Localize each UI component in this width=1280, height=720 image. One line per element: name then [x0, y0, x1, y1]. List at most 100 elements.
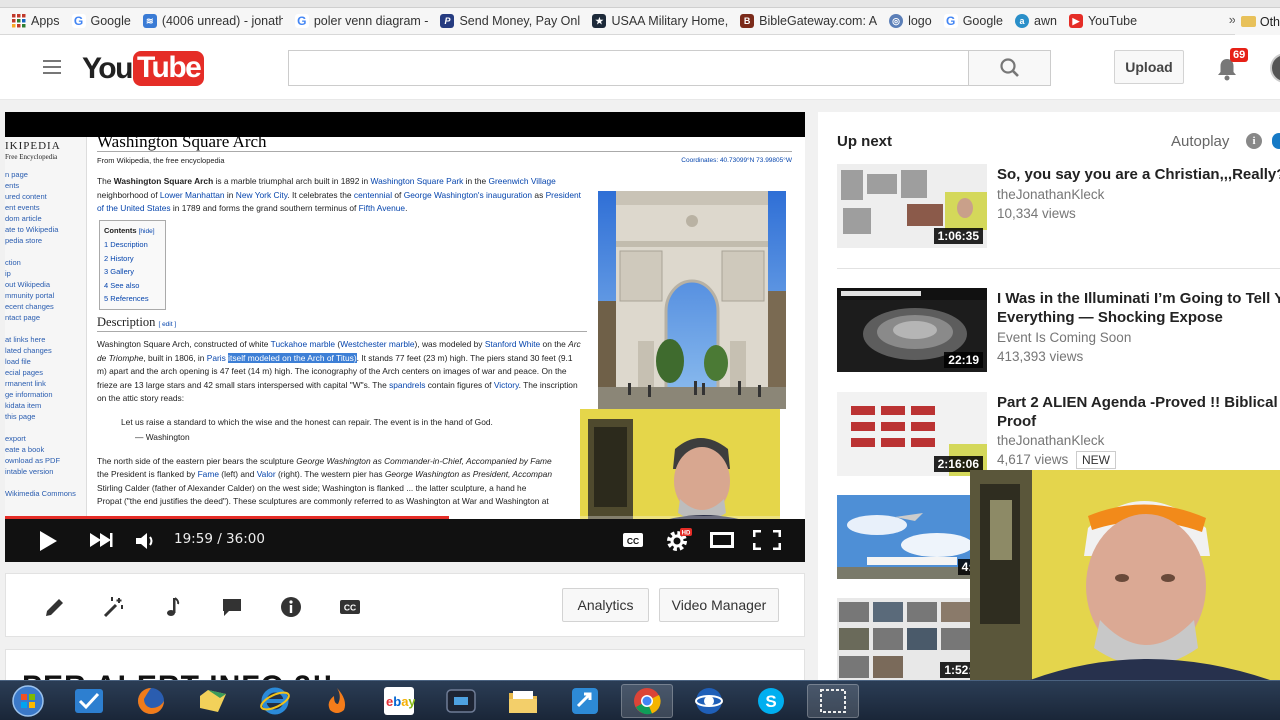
svg-text:S: S	[765, 692, 776, 711]
other-bookmarks[interactable]: Oth	[1234, 8, 1280, 35]
snipping-tool-icon[interactable]	[807, 684, 859, 718]
paypal-icon: P	[440, 14, 455, 28]
captions-icon[interactable]: CC	[622, 532, 644, 553]
settings-gear-icon[interactable]: HD	[666, 528, 692, 557]
wiki-sidebar-link: load file	[5, 357, 31, 366]
wiki-logo-subtitle: Free Encyclopedia	[5, 153, 58, 161]
theater-mode-icon[interactable]	[710, 532, 734, 553]
video-title-line-2[interactable]: Everything — Shocking Expose	[997, 308, 1280, 327]
webcam-overlay	[970, 470, 1280, 680]
skype-icon[interactable]: S	[745, 684, 797, 718]
wiki-sidebar-link: ge information	[5, 390, 53, 399]
video-thumbnail[interactable]: 2:16:06	[837, 392, 987, 476]
bookmark-usaa[interactable]: ★ USAA Military Home,	[592, 14, 728, 28]
bookmark-apps[interactable]: Apps	[12, 14, 60, 28]
wiki-link: Washington Square Park	[370, 176, 464, 186]
player-controls: 19:59 / 36:00 CC HD	[5, 519, 805, 562]
google-icon: G	[71, 14, 86, 28]
internet-explorer-icon[interactable]	[249, 684, 301, 718]
bookmark-youtube[interactable]: ▶ YouTube	[1068, 14, 1137, 28]
ebay-icon[interactable]: ebay	[373, 684, 425, 718]
text: the President is flanked by	[97, 469, 198, 479]
info-icon[interactable]	[279, 595, 303, 619]
video-thumbnail[interactable]: 1:06:35	[837, 164, 987, 248]
bookmark-paypal[interactable]: P Send Money, Pay Onli	[440, 14, 580, 28]
text: The	[97, 176, 114, 186]
captions-icon[interactable]: CC	[338, 595, 362, 619]
svg-text:ebay: ebay	[386, 694, 415, 709]
related-video[interactable]: 22:19 I Was in the Illuminati I’m Going …	[837, 288, 1280, 372]
up-next-heading: Up next	[837, 133, 893, 150]
wiki-sidebar: IKIPEDIA Free Encyclopedia n page ents ure…	[5, 137, 87, 527]
bookmark-label: Google	[90, 14, 131, 28]
wiki-sidebar-link	[5, 477, 86, 488]
wiki-link: New York City	[235, 189, 288, 200]
wiki-link: Westchester marble	[340, 339, 415, 349]
volume-icon[interactable]	[135, 532, 157, 555]
wiki-description-paragraph: Washington Square Arch, constructed of w…	[97, 338, 582, 406]
video-title-line-1[interactable]: I Was in the Illuminati I’m Going to Tel…	[997, 289, 1280, 308]
video-thumbnail[interactable]: 1:52:5	[837, 598, 987, 682]
bookmark-biblegateway[interactable]: B BibleGateway.com: A	[740, 14, 877, 28]
search-icon	[1000, 58, 1019, 77]
wiki-link: centennial	[353, 189, 393, 200]
guide-menu-icon[interactable]	[43, 60, 61, 74]
embedded-webcam-feed	[580, 409, 780, 527]
divider	[837, 268, 1280, 269]
bookmark-logo[interactable]: ◎ logo	[889, 14, 932, 28]
wiki-sidebar-links: n page ents ured content ent events dom arti…	[5, 169, 86, 499]
bookmark-awn[interactable]: a awn	[1015, 14, 1057, 28]
time-display: 19:59 / 36:00	[174, 531, 265, 547]
notification-count-badge: 69	[1230, 48, 1249, 62]
flame-app-icon[interactable]	[311, 684, 363, 718]
search-input[interactable]	[288, 50, 969, 86]
wiki-link: Fifth Avenue	[358, 203, 406, 213]
task-app-icon[interactable]	[63, 684, 115, 718]
magic-wand-icon[interactable]	[102, 595, 126, 619]
bookmark-mail[interactable]: ≋ (4006 unread) - jonath	[142, 14, 283, 28]
view-count: 413,393 views	[997, 349, 1084, 364]
network-app-icon[interactable]	[559, 684, 611, 718]
video-thumbnail[interactable]: 4:1	[837, 495, 987, 579]
music-note-icon[interactable]	[161, 595, 185, 619]
video-title-line-2[interactable]: Proof	[997, 412, 1280, 431]
pencil-icon[interactable]	[43, 595, 67, 619]
bookmark-google-2[interactable]: G Google	[943, 14, 1003, 28]
video-manager-button[interactable]: Video Manager	[659, 588, 779, 622]
chrome-icon[interactable]	[621, 684, 673, 718]
autoplay-toggle[interactable]	[1272, 133, 1280, 149]
related-video[interactable]: 2:16:06 Part 2 ALIEN Agenda -Proved !! B…	[837, 392, 1280, 476]
text: neighborhood of	[97, 189, 160, 200]
next-icon[interactable]	[89, 532, 113, 553]
search-button[interactable]	[968, 50, 1051, 86]
related-video[interactable]: 1:06:35 So, you say you are a Christian,…	[837, 164, 1280, 248]
comment-icon[interactable]	[220, 595, 244, 619]
folder-drive-icon[interactable]	[187, 684, 239, 718]
video-title-line-1[interactable]: Part 2 ALIEN Agenda -Proved !! Biblical	[997, 393, 1280, 412]
autoplay-label: Autoplay	[1171, 133, 1230, 150]
windows-start-icon[interactable]	[2, 684, 54, 718]
channel-name[interactable]: theJonathanKleck	[997, 187, 1104, 202]
play-icon[interactable]	[38, 530, 58, 557]
media-app-icon[interactable]	[435, 684, 487, 718]
channel-name[interactable]: Event Is Coming Soon	[997, 330, 1131, 345]
globe-app-icon[interactable]	[683, 684, 735, 718]
bookmark-venn[interactable]: Gpoler venn diagram -	[294, 14, 428, 28]
autoplay-info-icon[interactable]: i	[1246, 133, 1262, 149]
wiki-quote: Let us raise a standard to which the wis…	[121, 416, 493, 427]
youtube-logo[interactable]: You Tube	[82, 51, 205, 86]
channel-name[interactable]: theJonathanKleck	[997, 433, 1104, 448]
bookmark-label: (4006 unread) - jonath	[161, 14, 283, 28]
video-player[interactable]: IKIPEDIA Free Encyclopedia n page ents ure…	[5, 112, 805, 562]
firefox-icon[interactable]	[125, 684, 177, 718]
upload-button[interactable]: Upload	[1114, 50, 1184, 84]
wiki-link: Stanford White	[484, 339, 541, 349]
bookmark-google[interactable]: G Google	[71, 14, 131, 28]
analytics-button[interactable]: Analytics	[562, 588, 649, 622]
file-explorer-icon[interactable]	[497, 684, 549, 718]
video-title[interactable]: So, you say you are a Christian,,,Really…	[997, 165, 1280, 184]
fullscreen-icon[interactable]	[752, 529, 782, 555]
video-thumbnail[interactable]: 22:19	[837, 288, 987, 372]
bookmark-label: Send Money, Pay Onli	[459, 14, 581, 28]
wiki-coordinates: Coordinates: 40.73099°N 73.99805°W	[681, 156, 792, 164]
